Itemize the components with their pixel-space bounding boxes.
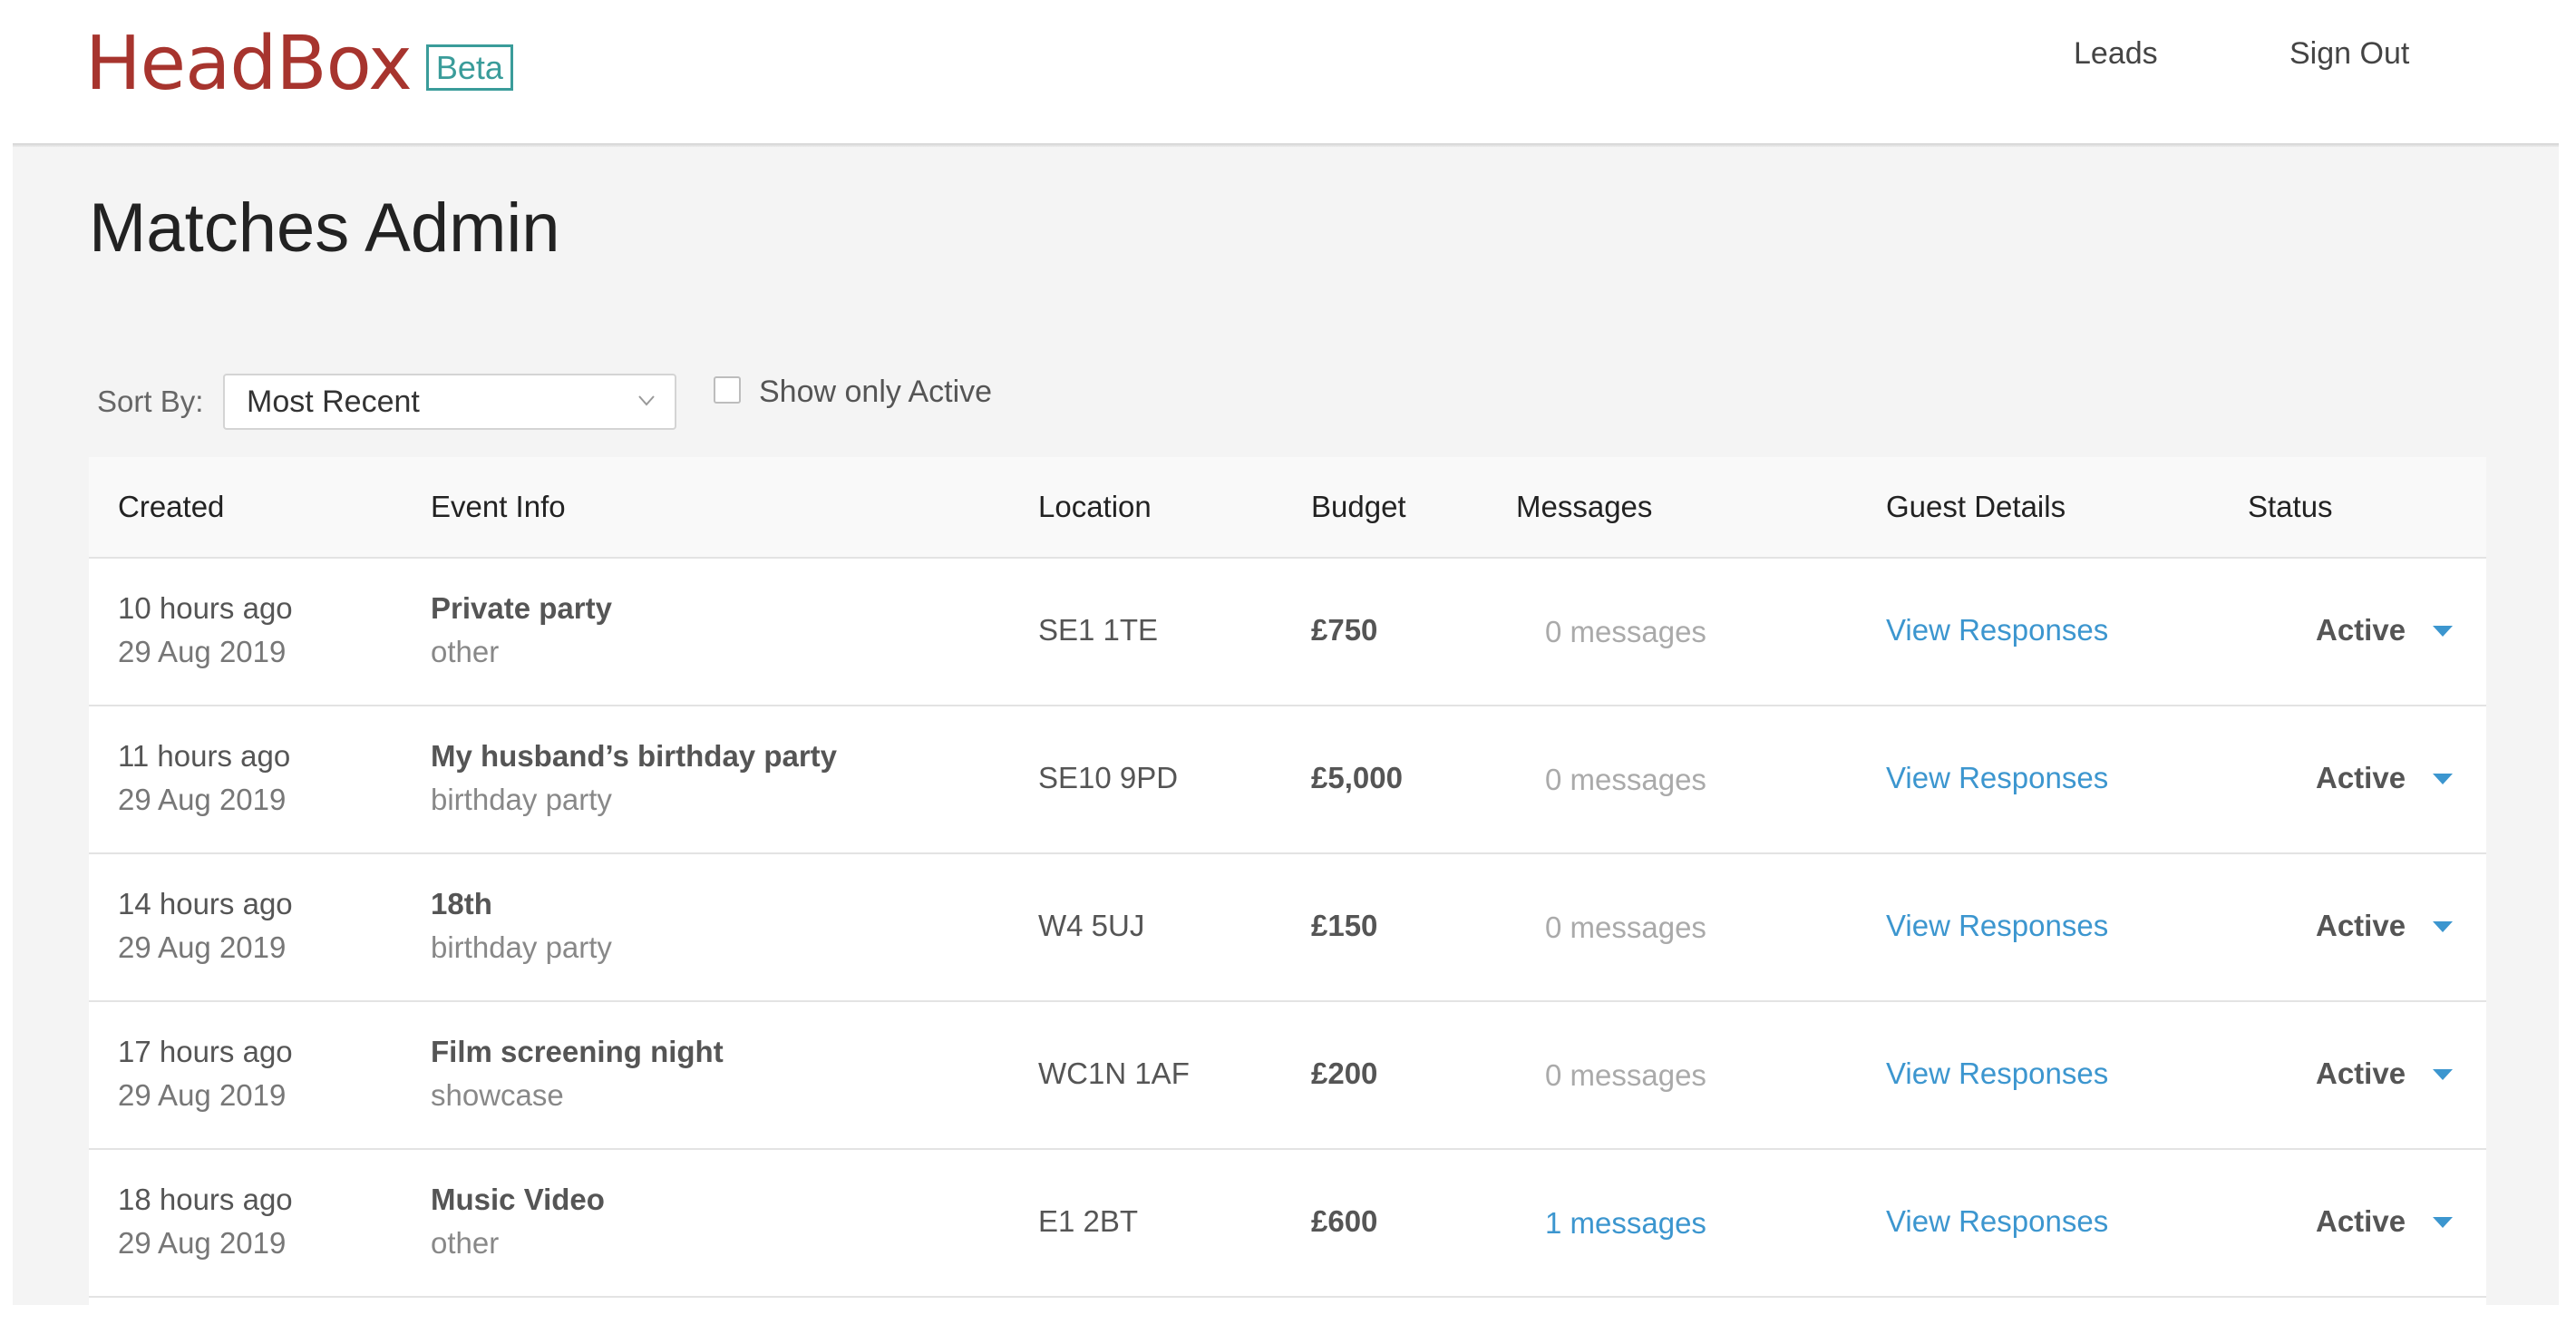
messages-count: 0 messages [1545,910,1706,944]
created-date: 29 Aug 2019 [118,1226,287,1260]
top-header: HeadBox Beta Leads Sign Out [0,0,2576,145]
event-type: other [431,635,500,668]
column-header-budget: Budget [1311,490,1406,523]
page-title: Matches Admin [89,190,560,267]
column-header-status: Status [2248,490,2333,523]
view-responses-link[interactable]: View Responses [1886,761,2108,795]
view-responses-link[interactable]: View Responses [1886,909,2108,943]
caret-down-icon[interactable] [2433,626,2453,637]
created-date: 29 Aug 2019 [118,930,287,964]
event-title: 18th [431,887,492,920]
budget: £600 [1311,1204,1378,1238]
caret-down-icon[interactable] [2433,1069,2453,1080]
logo-wordmark: HeadBox [85,21,413,107]
budget: £750 [1311,613,1378,647]
column-header-created: Created [118,490,225,523]
sort-by-label: Sort By: [97,385,204,418]
table-header: Created Event Info Location Budget Messa… [89,457,2486,559]
created-relative: 10 hours ago [118,591,293,625]
table-row: 18 hours ago 29 Aug 2019 Music Video oth… [89,1150,2486,1298]
created-relative: 17 hours ago [118,1035,293,1068]
sort-by-value: Most Recent [247,385,420,419]
nav-leads-link[interactable]: Leads [2074,36,2158,72]
event-title: My husband’s birthday party [431,739,838,773]
table-row: 14 hours ago 29 Aug 2019 18th birthday p… [89,854,2486,1002]
created-relative: 11 hours ago [118,739,291,773]
caret-down-icon[interactable] [2433,1217,2453,1228]
matches-table: Created Event Info Location Budget Messa… [89,457,2486,1334]
caret-down-icon[interactable] [2433,774,2453,784]
event-title: Private party [431,591,612,625]
view-responses-link[interactable]: View Responses [1886,1204,2108,1239]
headbox-logo[interactable]: HeadBox Beta [85,20,513,102]
sort-by-select[interactable]: Most Recent [223,374,676,430]
budget: £150 [1311,909,1378,942]
table-row: 17 hours ago 29 Aug 2019 Film screening … [89,1002,2486,1150]
main-content: Matches Admin Sort By: Most Recent Show … [13,147,2559,1334]
location: SE1 1TE [1038,613,1159,647]
chevron-down-icon [638,395,655,406]
created-date: 29 Aug 2019 [118,635,287,668]
event-title: Film screening night [431,1035,724,1068]
created-relative: 14 hours ago [118,887,293,920]
event-type: birthday party [431,930,612,964]
messages-count: 0 messages [1545,615,1706,648]
messages-count: 0 messages [1545,1058,1706,1092]
caret-down-icon[interactable] [2433,921,2453,932]
location: WC1N 1AF [1038,1056,1190,1090]
beta-badge: Beta [425,44,513,91]
table-row: 11 hours ago 29 Aug 2019 My husband’s bi… [89,706,2486,854]
status-dropdown[interactable]: Active [2316,761,2406,795]
table-row: 10 hours ago 29 Aug 2019 Private party o… [89,559,2486,706]
budget: £200 [1311,1056,1378,1090]
created-date: 29 Aug 2019 [118,1078,287,1112]
location: E1 2BT [1038,1204,1139,1238]
column-header-event-info: Event Info [431,490,566,523]
event-type: birthday party [431,783,612,816]
status-dropdown[interactable]: Active [2316,1204,2406,1239]
nav-sign-out-link[interactable]: Sign Out [2289,36,2409,72]
view-responses-link[interactable]: View Responses [1886,1056,2108,1091]
table-row-partial [89,1298,2486,1334]
status-dropdown[interactable]: Active [2316,909,2406,943]
messages-count: 0 messages [1545,763,1706,796]
status-dropdown[interactable]: Active [2316,613,2406,648]
created-relative: 18 hours ago [118,1183,293,1216]
show-only-active-label[interactable]: Show only Active [759,375,992,410]
budget: £5,000 [1311,761,1403,794]
column-header-location: Location [1038,490,1152,523]
column-header-guest-details: Guest Details [1886,490,2066,523]
column-header-messages: Messages [1516,490,1653,523]
event-type: other [431,1226,500,1260]
status-dropdown[interactable]: Active [2316,1056,2406,1091]
event-title: Music Video [431,1183,605,1216]
messages-link[interactable]: 1 messages [1545,1206,1706,1241]
show-only-active-checkbox[interactable] [714,376,741,404]
location: W4 5UJ [1038,909,1145,942]
created-date: 29 Aug 2019 [118,783,287,816]
event-type: showcase [431,1078,564,1112]
location: SE10 9PD [1038,761,1179,794]
view-responses-link[interactable]: View Responses [1886,613,2108,648]
